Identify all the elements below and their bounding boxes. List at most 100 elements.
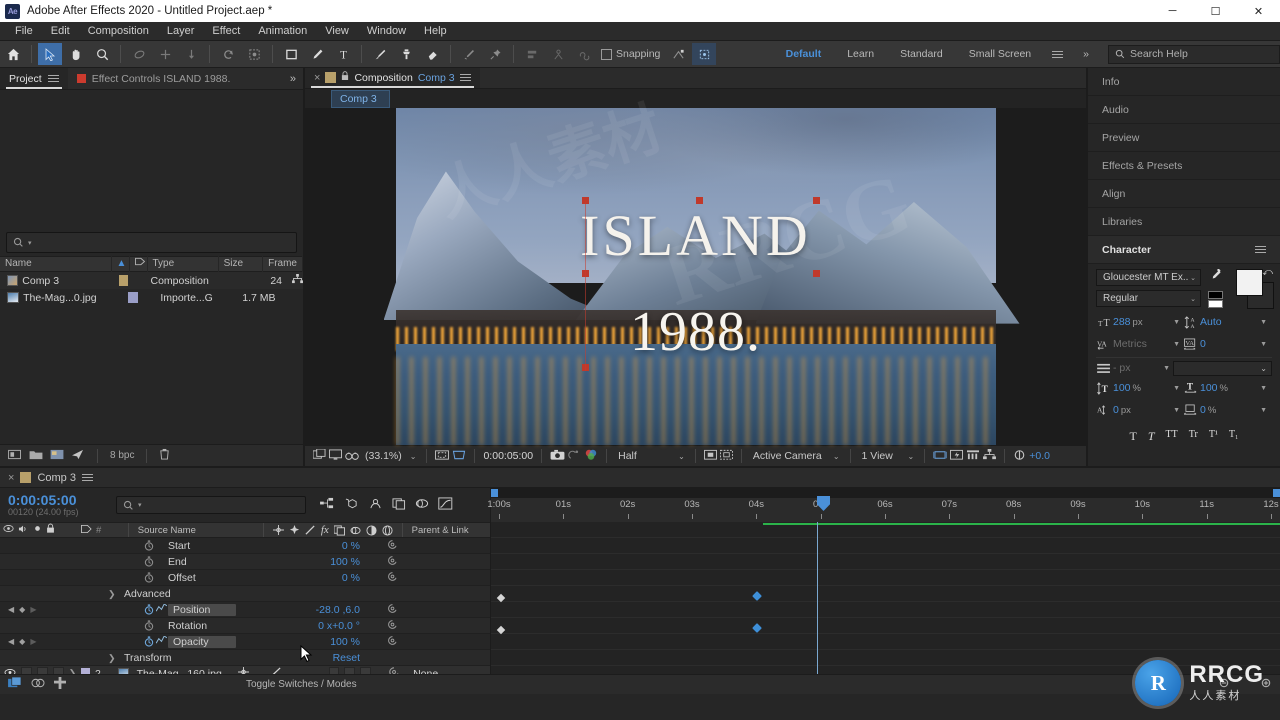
new-folder-icon[interactable] [29,449,43,463]
project-settings-icon[interactable] [71,449,85,463]
tracking-field[interactable]: VA 0 ▼ [1183,337,1267,352]
timeline-icon[interactable] [966,449,980,464]
zoom-level[interactable]: (33.1%) [362,450,405,462]
text-style-button-4[interactable]: T¹ [1209,429,1218,444]
zoom-tool-icon[interactable] [90,43,114,65]
composition-stage[interactable]: 人人素材 RRCG ISLAND 1988. [305,95,1086,446]
composition-mini-flowchart-icon[interactable] [320,497,335,513]
delete-icon[interactable] [159,448,170,463]
comp-flowchart-icon[interactable] [292,274,303,287]
camera-selector[interactable]: Active Camera [750,450,828,462]
menu-item-effect[interactable]: Effect [203,22,249,41]
view-layout-selector[interactable]: 1 View [859,450,903,462]
fill-color-swatch[interactable] [1236,269,1263,296]
tab-project[interactable]: Project [0,68,68,89]
workspace-menu-icon[interactable] [1045,43,1069,65]
timeline-current-time[interactable]: 0:00:05:00 [8,493,104,507]
col-framerate[interactable]: Frame R... [263,256,303,285]
chevron-down-icon[interactable]: ▼ [1260,341,1267,348]
keyframe-navigator[interactable]: ◀ ◆ ▶ [0,605,46,614]
menu-item-edit[interactable]: Edit [42,22,79,41]
property-name[interactable]: Rotation [168,620,207,632]
binoculars-icon[interactable] [345,449,359,464]
font-family-select[interactable]: Gloucester MT Ex.. ⌄ [1096,269,1201,286]
home-icon[interactable] [1,43,25,65]
chevron-down-icon[interactable]: ▼ [1173,341,1180,348]
layer-lock-toggle[interactable] [52,667,64,674]
always-preview-icon[interactable] [312,448,326,464]
motion-blur-icon[interactable] [415,497,429,513]
pen-tool-icon[interactable] [305,43,329,65]
main-viewer-icon[interactable] [329,448,342,464]
property-pickwhip-icon[interactable] [387,539,398,553]
layer-row[interactable]: ❯ 2 The-Mag...160.jpg None ⌄ [0,666,490,674]
label-color-swatch[interactable] [119,275,129,286]
menu-item-composition[interactable]: Composition [79,22,158,41]
layer-draft-switch-icon[interactable] [271,667,282,674]
chevron-down-icon[interactable]: ▼ [1173,407,1180,414]
region-of-interest-icon[interactable] [703,449,717,464]
property-row[interactable]: ❯ Advanced [0,586,490,602]
layer-transform-switch-icon[interactable] [238,667,250,674]
property-name[interactable]: Transform [124,652,171,664]
rotation-tool-icon[interactable] [216,43,240,65]
text-style-button-0[interactable]: T [1129,429,1136,444]
new-composition-icon[interactable] [50,449,64,463]
show-snapshot-icon[interactable] [568,449,581,464]
graph-editor-icon[interactable] [438,497,453,513]
menu-item-help[interactable]: Help [415,22,456,41]
panel-menu-icon[interactable] [1255,244,1266,255]
property-row[interactable]: ◀ ◆ ▶ Position -28.0 ,6.0 [0,602,490,618]
toggle-switches-modes-icon[interactable] [8,676,22,692]
toggle-switches-modes-label[interactable]: Toggle Switches / Modes [246,679,357,690]
property-row[interactable]: ◀ ◆ ▶ Opacity 100 % [0,634,490,650]
mask-view-icon[interactable] [452,449,466,464]
transform-box-icon[interactable] [692,43,717,65]
draft-3d-icon[interactable] [344,497,359,513]
menu-item-file[interactable]: File [6,22,42,41]
black-swatch[interactable] [1208,291,1223,299]
snap-arrow-icon[interactable] [666,43,690,65]
keyframe-toggle-icon[interactable]: ◆ [19,637,25,646]
white-swatch[interactable] [1208,300,1223,308]
selection-handle[interactable] [695,197,703,205]
align-left-icon[interactable] [520,43,544,65]
workspace-overflow[interactable]: » [1070,41,1102,68]
menu-item-view[interactable]: View [316,22,358,41]
chevron-down-icon[interactable]: ⌄ [906,452,917,461]
chevron-down-icon[interactable]: ▼ [1260,407,1267,414]
roto-brush-icon[interactable] [242,43,266,65]
chevron-down-icon[interactable]: ▼ [1173,385,1180,392]
work-area-end-handle[interactable] [1273,489,1280,497]
interpret-footage-icon[interactable] [8,449,22,463]
property-row[interactable]: Start 0 % [0,538,490,554]
chevron-down-icon[interactable]: ⌄ [676,452,687,461]
font-size-field[interactable]: TT 288 px ▼ [1096,315,1181,330]
leading-field[interactable]: AA Auto ▼ [1183,315,1267,330]
expand-arrow-icon[interactable]: ❯ [108,653,116,663]
stopwatch-icon[interactable] [142,572,155,583]
project-item-row[interactable]: Comp 3 Composition 24 [0,272,303,289]
baseline-shift-field[interactable]: A 0 px ▼ [1096,403,1180,418]
tsume-field[interactable]: 0 % ▼ [1183,403,1267,418]
comp-flowchart-icon[interactable] [983,448,997,464]
pixel-aspect-icon[interactable] [932,449,948,464]
timeline-ruler[interactable]: 1:00s01s02s03s04s05s06s07s08s09s10s11s12… [487,488,1280,522]
workspace-learn[interactable]: Learn [834,41,887,68]
brush-tool-icon[interactable] [368,43,392,65]
minimize-button[interactable]: ─ [1151,0,1194,22]
parent-link-column[interactable]: Parent & Link [412,525,487,536]
selection-handle[interactable] [812,269,820,277]
timeline-tab-label[interactable]: Comp 3 [37,472,76,484]
parent-pickwhip-icon[interactable] [388,666,400,674]
panel-tab-libraries[interactable]: Libraries [1088,208,1280,236]
hand-tool-icon[interactable] [64,43,88,65]
property-value[interactable]: -28.0 ,6.0 [316,604,360,616]
col-name[interactable]: Name [0,256,112,272]
breadcrumb[interactable]: Comp 3 [331,89,390,108]
property-row[interactable]: End 100 % [0,554,490,570]
hide-shy-layers-icon[interactable] [368,497,383,513]
property-value[interactable]: Reset [333,652,360,664]
dolly-tool-icon[interactable] [179,43,203,65]
panel-tab-audio[interactable]: Audio [1088,96,1280,124]
